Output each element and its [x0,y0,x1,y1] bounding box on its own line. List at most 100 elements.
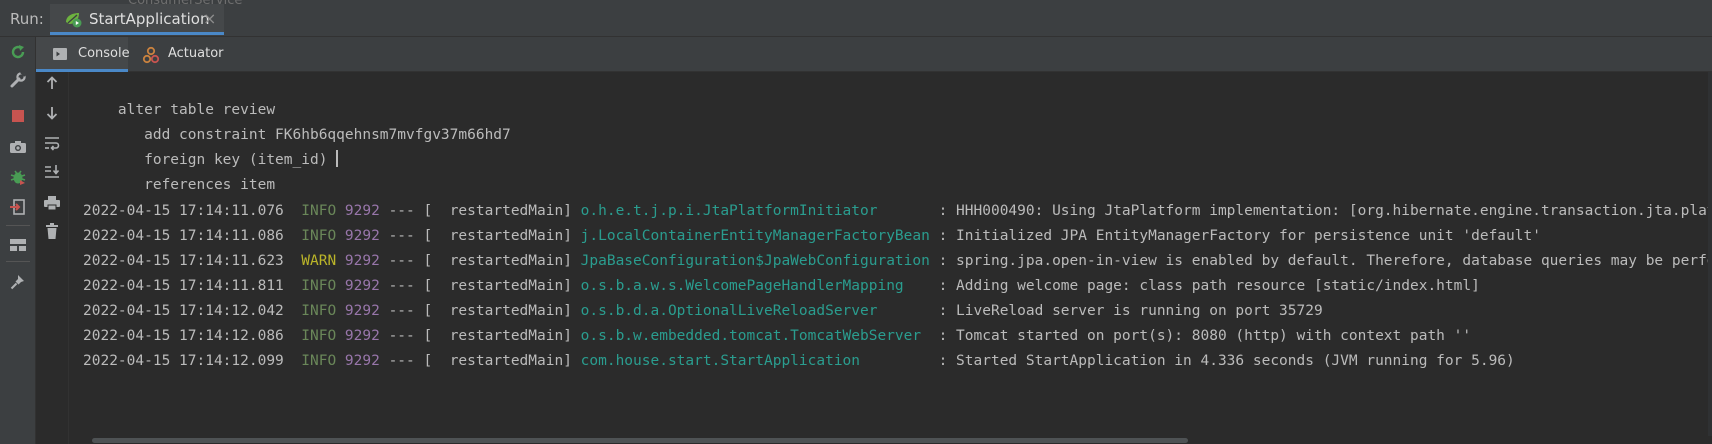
log-separator: --- [388,328,415,344]
log-pid: 9292 [344,353,380,369]
sql-text: alter table review [83,102,276,118]
log-thread: [ restartedMain] [423,278,572,294]
actuator-icon [142,46,160,64]
log-line: 2022-04-15 17:14:11.086 INFO 9292 --- [ … [83,224,1541,249]
log-level: INFO [301,303,337,319]
console-icon [52,46,68,62]
log-pid: 9292 [344,203,380,219]
tab-actuator[interactable]: Actuator [128,37,228,72]
log-pid: 9292 [344,303,380,319]
rerun-icon[interactable] [6,40,30,64]
log-timestamp: 2022-04-15 17:14:12.086 [83,328,284,344]
log-line: 2022-04-15 17:14:12.099 INFO 9292 --- [ … [83,349,1515,374]
log-logger[interactable]: j.LocalContainerEntityManagerFactoryBean [581,228,930,244]
run-label: Run: [10,10,44,28]
close-icon[interactable]: × [203,9,216,28]
log-level: INFO [301,353,337,369]
toolbar-divider [6,261,30,262]
log-timestamp: 2022-04-15 17:14:11.086 [83,228,284,244]
log-logger[interactable]: o.s.b.w.embedded.tomcat.TomcatWebServer [581,328,930,344]
sql-line: add constraint FK6hb6qqehnsm7mvfgv37m66h… [83,123,511,148]
pin-icon[interactable] [6,270,30,294]
scroll-to-end-icon[interactable] [41,160,63,182]
wrench-icon[interactable] [6,68,30,92]
log-message: : spring.jpa.open-in-view is enabled by … [938,253,1712,269]
trash-icon[interactable] [41,220,63,242]
log-timestamp: 2022-04-15 17:14:11.811 [83,278,284,294]
arrow-down-icon[interactable] [41,102,63,124]
stop-icon[interactable] [6,104,30,128]
log-logger[interactable]: o.h.e.t.j.p.i.JtaPlatformInitiator [581,203,930,219]
console-tabs: Console Actuator [36,37,1712,72]
tab-actuator-label: Actuator [168,46,224,61]
print-icon[interactable] [41,192,63,214]
log-message: : Started StartApplication in 4.336 seco… [929,353,1515,369]
log-message: : Initialized JPA EntityManagerFactory f… [929,228,1541,244]
log-level: INFO [301,328,337,344]
log-separator: --- [388,303,415,319]
log-line: 2022-04-15 17:14:12.086 INFO 9292 --- [ … [83,324,1471,349]
log-message: : HHH000490: Using JtaPlatform implement… [938,203,1712,219]
log-logger[interactable]: JpaBaseConfiguration$JpaWebConfiguration [581,253,930,269]
sql-line: references item [83,173,275,198]
log-separator: --- [388,278,415,294]
camera-icon[interactable] [6,135,30,159]
run-tab-label: StartApplication [89,10,210,28]
log-pid: 9292 [344,278,380,294]
log-separator: --- [388,228,415,244]
log-pid: 9292 [344,228,380,244]
log-thread: [ restartedMain] [423,353,572,369]
log-level: WARN [301,253,337,269]
log-message: : Adding welcome page: class path resour… [929,278,1480,294]
log-thread: [ restartedMain] [423,253,572,269]
log-level: INFO [301,228,337,244]
log-separator: --- [388,253,415,269]
log-timestamp: 2022-04-15 17:14:11.076 [83,203,284,219]
tab-console[interactable]: Console [36,37,130,72]
run-tab-startapplication[interactable]: StartApplication × [50,4,224,35]
log-separator: --- [388,353,415,369]
log-thread: [ restartedMain] [423,228,572,244]
log-level: INFO [301,203,337,219]
log-separator: --- [388,203,415,219]
log-line: 2022-04-15 17:14:11.811 INFO 9292 --- [ … [83,274,1480,299]
console-toolbar [36,72,69,444]
log-line: 2022-04-15 17:14:11.076 INFO 9292 --- [ … [83,199,1712,224]
horizontal-scrollbar[interactable] [70,436,1712,444]
log-pid: 9292 [344,253,380,269]
toolbar-divider [6,225,30,226]
sql-text: references item [83,177,276,193]
exit-icon[interactable] [6,195,30,219]
log-timestamp: 2022-04-15 17:14:12.099 [83,353,284,369]
sql-text: add constraint FK6hb6qqehnsm7mvfgv37m66h… [83,127,511,143]
vertical-scrollbar[interactable] [1708,72,1712,444]
log-level: INFO [301,278,337,294]
log-logger[interactable]: o.s.b.d.a.OptionalLiveReloadServer [581,303,930,319]
soft-wrap-icon[interactable] [41,132,63,154]
text-caret [336,150,339,167]
log-line: 2022-04-15 17:14:12.042 INFO 9292 --- [ … [83,299,1323,324]
debug-bug-icon[interactable] [6,165,30,189]
sql-text: foreign key (item_id) [83,152,337,168]
layout-icon[interactable] [6,233,30,257]
log-message: : LiveReload server is running on port 3… [929,303,1323,319]
arrow-up-icon[interactable] [41,72,63,94]
log-logger[interactable]: o.s.b.a.w.s.WelcomePageHandlerMapping [581,278,930,294]
log-line: 2022-04-15 17:14:11.623 WARN 9292 --- [ … [83,249,1712,274]
log-logger[interactable]: com.house.start.StartApplication [581,353,930,369]
log-thread: [ restartedMain] [423,203,572,219]
sql-line: alter table review [83,98,275,123]
log-timestamp: 2022-04-15 17:14:11.623 [83,253,284,269]
ide-run-window: ConsumerService Run: StartApplication × [0,0,1712,444]
log-pid: 9292 [344,328,380,344]
log-timestamp: 2022-04-15 17:14:12.042 [83,303,284,319]
run-left-toolbar [0,37,36,444]
run-tool-window-header: ConsumerService Run: StartApplication × [0,0,1712,37]
spring-boot-run-icon [63,10,83,28]
console-output[interactable]: alter table review add constraint FK6hb6… [70,72,1712,444]
log-thread: [ restartedMain] [423,303,572,319]
sql-line: foreign key (item_id) [83,148,339,173]
log-message: : Tomcat started on port(s): 8080 (http)… [929,328,1472,344]
tab-console-label: Console [78,46,130,61]
horizontal-scroll-thumb[interactable] [92,438,1188,443]
